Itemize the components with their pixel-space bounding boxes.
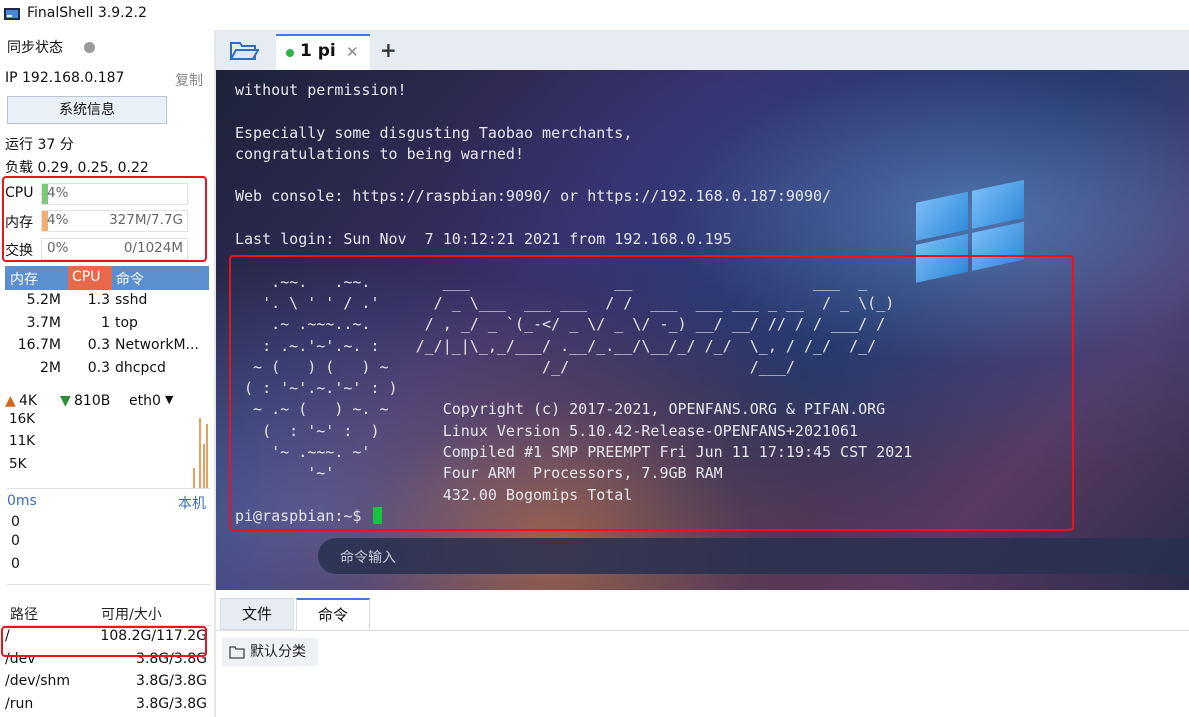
bottom-panel-tabs: 文件 命令 xyxy=(216,594,1189,631)
col-cpu[interactable]: CPU xyxy=(68,266,112,290)
upload-speed: 4K xyxy=(19,393,38,409)
copy-ip-button[interactable]: 复制 xyxy=(175,70,203,90)
process-command: top xyxy=(115,314,138,331)
ping-graph xyxy=(7,510,210,585)
process-row[interactable]: 16.7M 0.3 NetworkM... xyxy=(5,335,209,358)
upload-arrow-icon: ▲ xyxy=(5,393,16,409)
download-arrow-icon: ▼ xyxy=(60,393,71,409)
highlight-box-banner xyxy=(229,255,1074,531)
download-speed: 810B xyxy=(74,393,111,409)
process-memory: 5.2M xyxy=(26,292,61,308)
ping-value: 0 xyxy=(11,556,20,572)
net-tick-5k: 5K xyxy=(9,456,27,472)
process-memory: 16.7M xyxy=(17,337,61,353)
default-group-label: 默认分类 xyxy=(250,644,306,660)
tab-session-pi[interactable]: 1 pi ✕ xyxy=(276,34,370,70)
ip-address: IP 192.168.0.187 xyxy=(5,70,125,86)
default-group-item[interactable]: 默认分类 xyxy=(222,638,318,666)
chevron-down-icon[interactable]: ▼ xyxy=(165,393,173,406)
window-title: FinalShell 3.9.2.2 xyxy=(27,5,147,21)
folder-icon xyxy=(229,646,245,659)
fs-size: 3.8G/3.8G xyxy=(136,695,207,712)
command-input-placeholder: 命令输入 xyxy=(340,550,396,566)
col-available-size[interactable]: 可用/大小 xyxy=(101,604,162,624)
col-path[interactable]: 路径 xyxy=(10,604,38,624)
sync-status-label: 同步状态 xyxy=(7,40,63,56)
tab-session-label: 1 pi xyxy=(300,41,336,61)
fs-path: /run xyxy=(5,695,34,712)
filesystem-table-header: 路径 可用/大小 xyxy=(0,601,212,626)
process-row[interactable]: 2M 0.3 dhcpcd xyxy=(5,358,209,381)
command-input[interactable]: 命令输入 xyxy=(318,538,1189,574)
process-cpu: 1.3 xyxy=(87,292,110,308)
process-command: NetworkM... xyxy=(115,337,199,353)
process-memory: 2M xyxy=(40,359,61,376)
folder-open-icon[interactable] xyxy=(229,37,259,63)
process-row[interactable]: 3.7M 1 top xyxy=(5,313,209,336)
process-cpu: 1 xyxy=(101,314,110,331)
close-icon[interactable]: ✕ xyxy=(346,43,359,61)
filesystem-table: 路径 可用/大小 / 108.2G/117.2G /dev 3.8G/3.8G … xyxy=(0,601,212,716)
net-tick-16k: 16K xyxy=(9,411,36,427)
process-command: sshd xyxy=(115,292,148,308)
load-label: 负载 0.29, 0.25, 0.22 xyxy=(5,160,149,176)
add-tab-icon[interactable]: + xyxy=(380,38,397,62)
fs-path: /dev/shm xyxy=(5,673,71,689)
process-cpu: 0.3 xyxy=(87,359,110,376)
finalshell-logo-icon xyxy=(4,8,20,20)
tab-commands[interactable]: 命令 xyxy=(296,598,370,630)
connected-status-dot xyxy=(286,49,294,57)
filesystem-row[interactable]: /dev/shm 3.8G/3.8G xyxy=(0,671,212,694)
net-tick-11k: 11K xyxy=(9,433,36,449)
ping-latency: 0ms xyxy=(7,493,37,509)
process-cpu: 0.3 xyxy=(87,337,110,353)
col-command[interactable]: 命令 xyxy=(116,269,144,289)
process-command: dhcpcd xyxy=(115,359,166,376)
network-graph-bars xyxy=(193,418,208,488)
filesystem-row[interactable]: /run 3.8G/3.8G xyxy=(0,694,212,717)
sync-status-indicator xyxy=(84,42,95,53)
highlight-box-resources xyxy=(2,176,207,262)
process-table-header: 内存 CPU 命令 xyxy=(5,266,209,290)
network-interface[interactable]: eth0 xyxy=(129,393,161,409)
system-info-button[interactable]: 系统信息 xyxy=(7,96,167,124)
ping-value: 0 xyxy=(11,533,20,549)
network-graph xyxy=(7,414,210,489)
col-memory[interactable]: 内存 xyxy=(10,269,38,289)
process-row[interactable]: 5.2M 1.3 sshd xyxy=(5,290,209,313)
uptime-label: 运行 37 分 xyxy=(5,137,74,153)
fs-size: 3.8G/3.8G xyxy=(136,673,207,689)
highlight-box-root-fs xyxy=(1,626,207,657)
process-table: 内存 CPU 命令 5.2M 1.3 sshd 3.7M 1 top 16.7M… xyxy=(5,266,209,380)
process-memory: 3.7M xyxy=(26,314,61,331)
title-bar: FinalShell 3.9.2.2 xyxy=(0,0,1189,30)
ping-value: 0 xyxy=(11,514,20,530)
tab-files[interactable]: 文件 xyxy=(220,598,294,630)
